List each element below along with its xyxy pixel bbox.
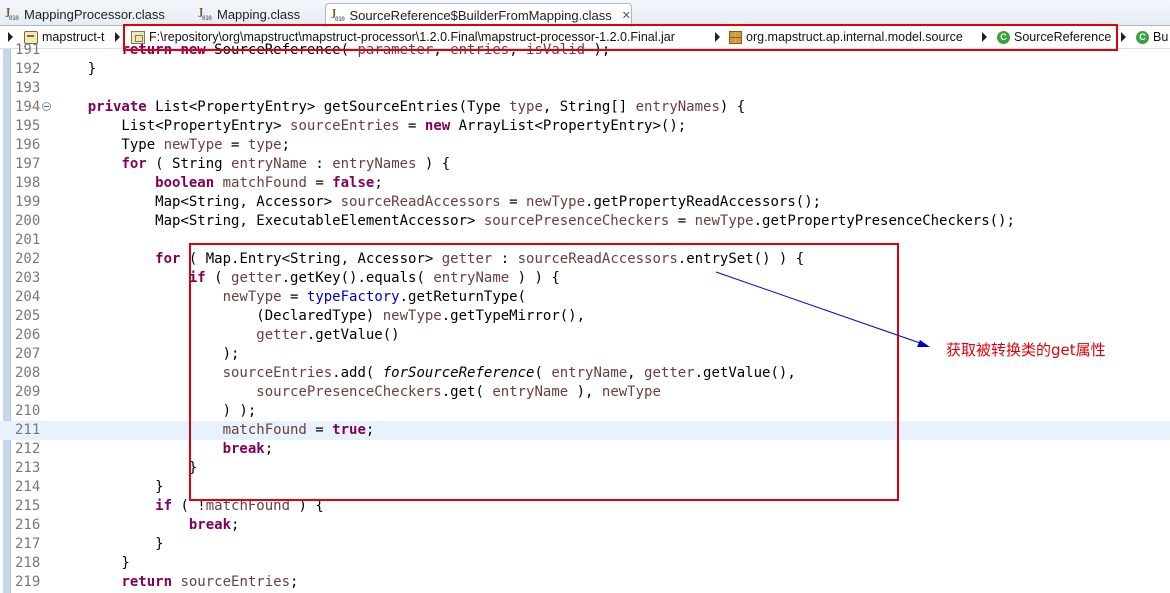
close-tab-icon[interactable]: ✕ — [622, 9, 631, 22]
line-number: 217 — [15, 536, 41, 552]
code-line: 217 } — [15, 536, 164, 552]
line-number: 194 — [15, 99, 41, 115]
line-number: 201 — [15, 232, 41, 248]
line-number: 208 — [15, 365, 41, 381]
line-number: 209 — [15, 384, 41, 400]
code-line: 192 } — [15, 61, 97, 77]
fold-collapse-icon[interactable] — [42, 102, 51, 111]
line-number: 213 — [15, 460, 41, 476]
line-number: 193 — [15, 80, 41, 96]
tab-label: MappingProcessor.class — [24, 7, 165, 22]
code-line: 196 Type newType = type; — [15, 137, 291, 153]
code-line: 193 — [0, 79, 1170, 98]
line-number: 195 — [15, 118, 41, 134]
line-number: 210 — [15, 403, 41, 419]
line-number: 202 — [15, 251, 41, 267]
line-number: 216 — [15, 517, 41, 533]
line-number: 205 — [15, 308, 41, 324]
line-number: 212 — [15, 441, 41, 457]
editor-tab-bar: J 010 MappingProcessor.class J 010 Mapping… — [0, 0, 1170, 27]
class-file-icon: J 010 — [6, 7, 19, 22]
line-number: 197 — [15, 156, 41, 172]
code-line: 199 Map<String, Accessor> sourceReadAcce… — [15, 194, 822, 210]
code-line: 195 List<PropertyEntry> sourceEntries = … — [15, 118, 687, 134]
line-number: 219 — [15, 574, 41, 590]
line-number: 196 — [15, 137, 41, 153]
line-number: 191 — [15, 42, 41, 58]
tab-label: SourceReference$BuilderFromMapping.class — [349, 8, 612, 23]
class-file-icon: J 010 — [332, 8, 345, 23]
line-number: 214 — [15, 479, 41, 495]
code-line: 216 break; — [15, 517, 240, 533]
tab-mapping-processor[interactable]: J 010 MappingProcessor.class — [0, 3, 165, 26]
line-number: 203 — [15, 270, 41, 286]
line-number: 204 — [15, 289, 41, 305]
annotation-note: 获取被转换类的get属性 — [946, 341, 1106, 359]
annotation-box-breadcrumb — [123, 24, 1118, 51]
class-file-icon: J 010 — [199, 7, 212, 22]
tab-label: Mapping.class — [217, 7, 301, 22]
line-number: 206 — [15, 327, 41, 343]
code-line: 218 } — [15, 555, 130, 571]
line-number: 199 — [15, 194, 41, 210]
line-number: 215 — [15, 498, 41, 514]
code-line: 198 boolean matchFound = false; — [15, 175, 383, 191]
tab-mapping[interactable]: J 010 Mapping.class — [193, 3, 300, 26]
line-number: 192 — [15, 61, 41, 77]
line-number: 207 — [15, 346, 41, 362]
code-line: 194 private List<PropertyEntry> getSourc… — [15, 99, 746, 115]
annotation-box-getter-loop — [189, 243, 899, 501]
line-number: 211 — [15, 422, 41, 438]
line-number: 218 — [15, 555, 41, 571]
line-number: 198 — [15, 175, 41, 191]
code-line: 219 return sourceEntries; — [15, 574, 299, 590]
line-number: 200 — [15, 213, 41, 229]
code-line: 200 Map<String, ExecutableElementAccesso… — [15, 213, 1015, 229]
code-line: 197 for ( String entryName : entryNames … — [15, 156, 451, 172]
